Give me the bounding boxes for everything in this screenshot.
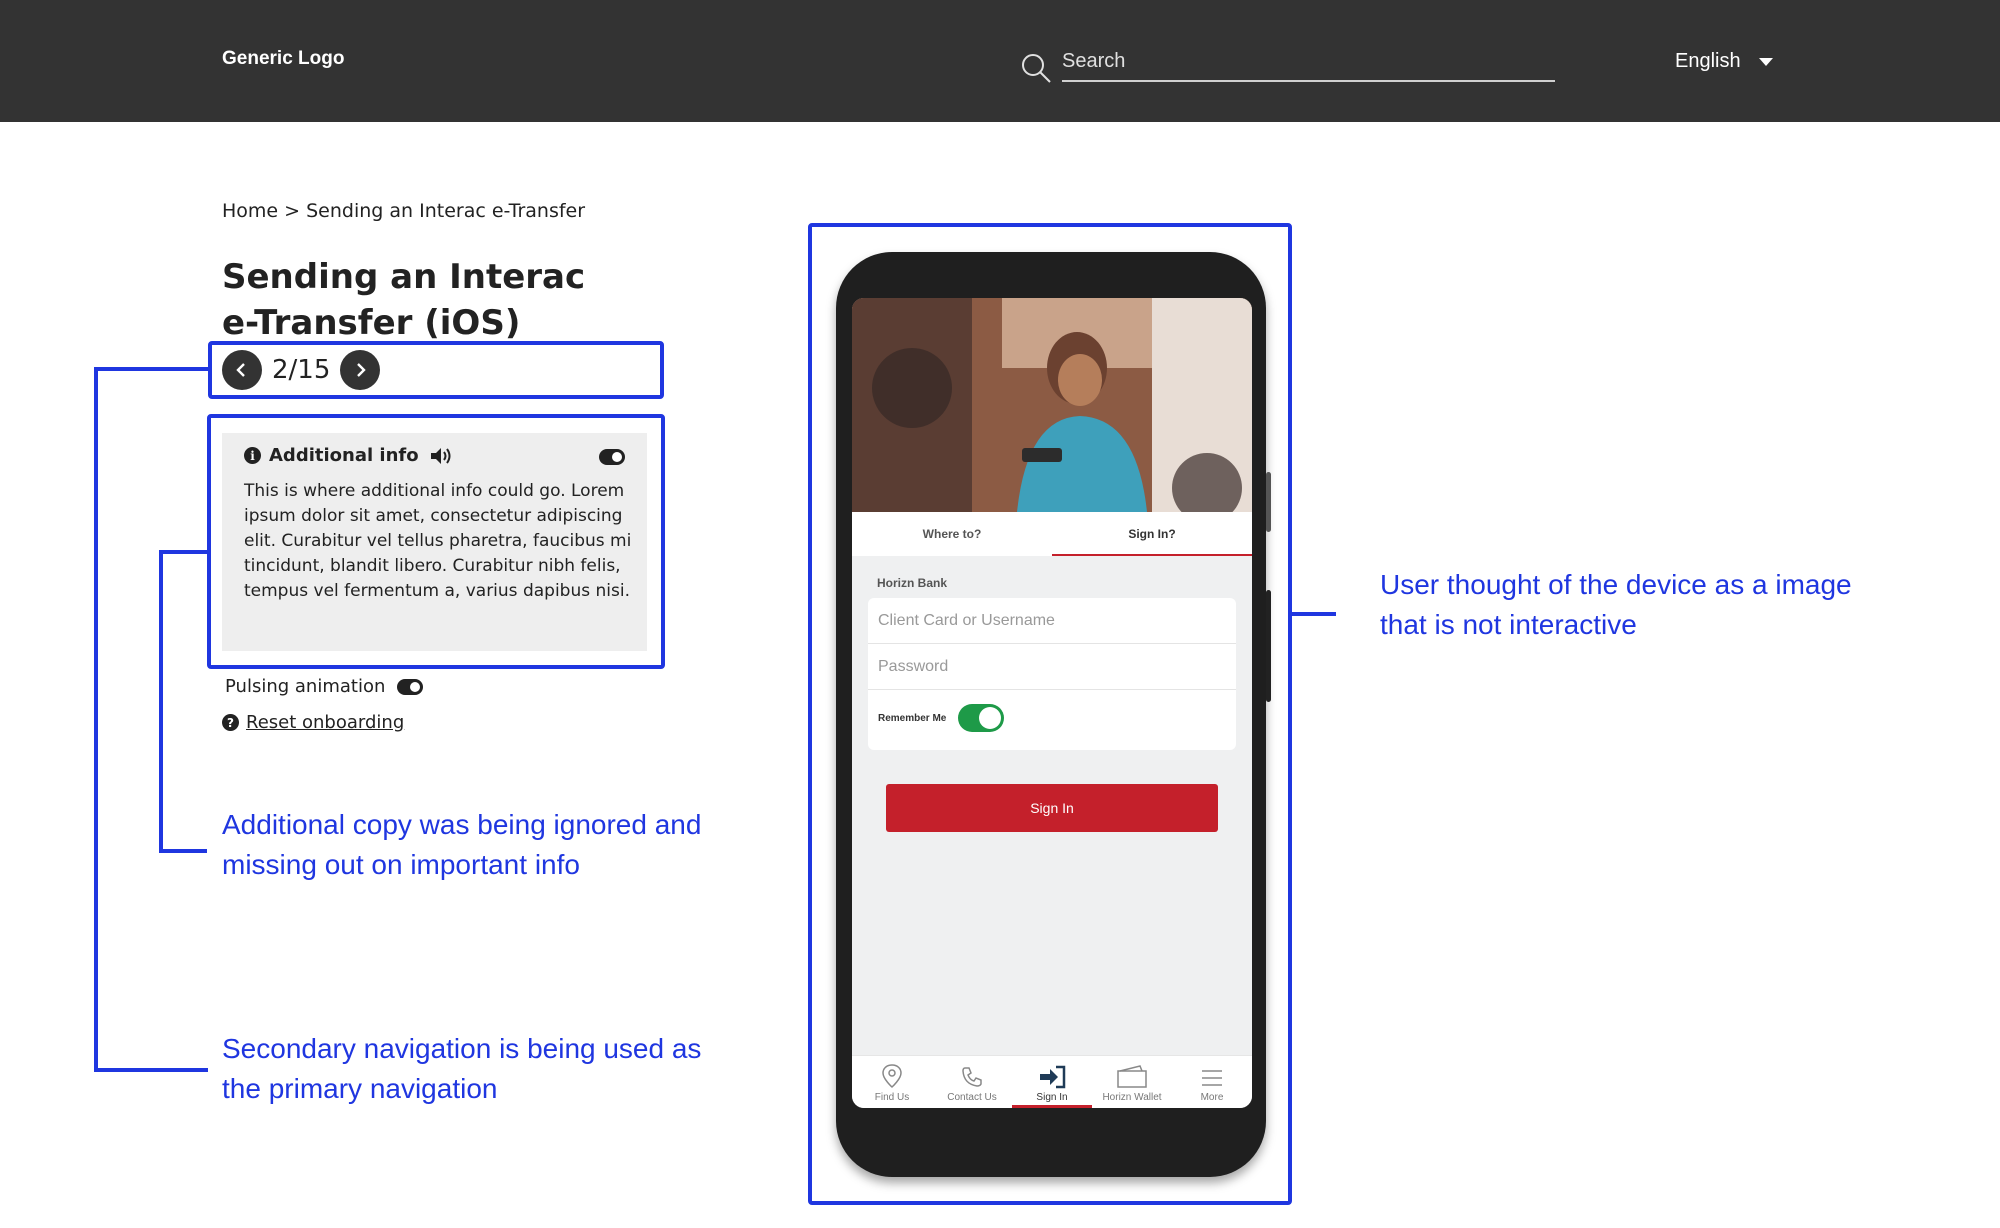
hero-image: [852, 298, 1252, 512]
previous-step-button[interactable]: [222, 350, 262, 390]
step-pager: 2/15: [222, 350, 381, 390]
top-bar: Generic Logo English: [0, 0, 2000, 122]
tab-sign-in[interactable]: Sign In?: [1052, 512, 1252, 556]
wallet-icon: [1117, 1065, 1147, 1088]
pulsing-animation-toggle[interactable]: [397, 678, 424, 695]
nav-contact-us[interactable]: Contact Us: [932, 1056, 1012, 1108]
additional-info-panel: i Additional info This is where addition…: [222, 433, 647, 651]
search-bar: [1020, 46, 1555, 86]
location-pin-icon: [882, 1064, 902, 1089]
nav-find-us[interactable]: Find Us: [852, 1056, 932, 1108]
remember-me-label: Remember Me: [878, 712, 947, 724]
language-selector[interactable]: English: [1675, 50, 1773, 73]
sign-in-icon: [1040, 1065, 1066, 1089]
reset-onboarding-row: ? Reset onboarding: [222, 712, 404, 733]
additional-copy-bracket: [159, 550, 207, 853]
nav-sign-in[interactable]: Sign In: [1012, 1056, 1092, 1108]
step-counter: 2/15: [272, 355, 331, 385]
pulsing-animation-label: Pulsing animation: [225, 676, 386, 697]
remember-me-toggle[interactable]: [958, 704, 1005, 732]
next-step-button[interactable]: [340, 350, 381, 390]
breadcrumb[interactable]: Home > Sending an Interac e-Transfer: [222, 200, 585, 222]
nav-label: Sign In: [1036, 1092, 1068, 1103]
logo[interactable]: Generic Logo: [222, 48, 344, 70]
bottom-nav: Find Us Contact Us Sign In Horizn Wallet: [852, 1055, 1252, 1108]
info-icon: i: [244, 447, 261, 464]
chevron-right-icon: [357, 363, 367, 377]
info-title: Additional info: [269, 445, 419, 466]
nav-label: More: [1200, 1092, 1224, 1103]
bank-name: Horizn Bank: [877, 576, 948, 590]
nav-label: Contact Us: [947, 1092, 997, 1103]
chevron-down-icon: [1758, 57, 1773, 66]
nav-label: Horizn Wallet: [1102, 1092, 1162, 1103]
speaker-icon[interactable]: [429, 446, 453, 466]
login-card: Client Card or Username Password Remembe…: [868, 598, 1236, 750]
password-field[interactable]: Password: [868, 644, 1236, 690]
sign-in-button[interactable]: Sign In: [886, 784, 1218, 832]
chevron-left-icon: [236, 363, 245, 377]
remember-me-row: Remember Me: [878, 704, 1005, 732]
tab-where-to[interactable]: Where to?: [852, 512, 1052, 556]
annotation-device: User thought of the device as a image th…: [1380, 569, 1852, 640]
language-label: English: [1675, 50, 1741, 72]
hero-photo: [852, 298, 1252, 512]
phone-side-button: [1266, 590, 1271, 702]
pulsing-animation-row: Pulsing animation: [225, 676, 424, 697]
phone-icon: [962, 1067, 982, 1087]
reset-onboarding-link[interactable]: Reset onboarding: [246, 712, 404, 733]
phone-screen: Where to? Sign In? Horizn Bank Client Ca…: [852, 298, 1252, 1108]
username-field[interactable]: Client Card or Username: [868, 598, 1236, 644]
info-toggle[interactable]: [599, 449, 625, 465]
nav-horizn-wallet[interactable]: Horizn Wallet: [1092, 1056, 1172, 1108]
help-icon: ?: [222, 714, 239, 731]
page-title: Sending an Interac e-Transfer (iOS): [222, 257, 586, 343]
phone-side-button: [1266, 472, 1271, 532]
annotation-secondary-nav: Secondary navigation is being used as th…: [222, 1033, 702, 1104]
nav-more[interactable]: More: [1172, 1056, 1252, 1108]
annotation-additional-copy: Additional copy was being ignored and mi…: [222, 809, 702, 880]
app-tabs: Where to? Sign In?: [852, 512, 1252, 556]
nav-label: Find Us: [874, 1092, 910, 1103]
search-icon[interactable]: [1020, 52, 1052, 84]
menu-icon: [1202, 1070, 1222, 1086]
info-header: i Additional info: [244, 445, 453, 466]
device-connector-line: [1292, 612, 1336, 616]
search-input[interactable]: [1062, 46, 1555, 82]
info-body: This is where additional info could go. …: [244, 481, 632, 601]
